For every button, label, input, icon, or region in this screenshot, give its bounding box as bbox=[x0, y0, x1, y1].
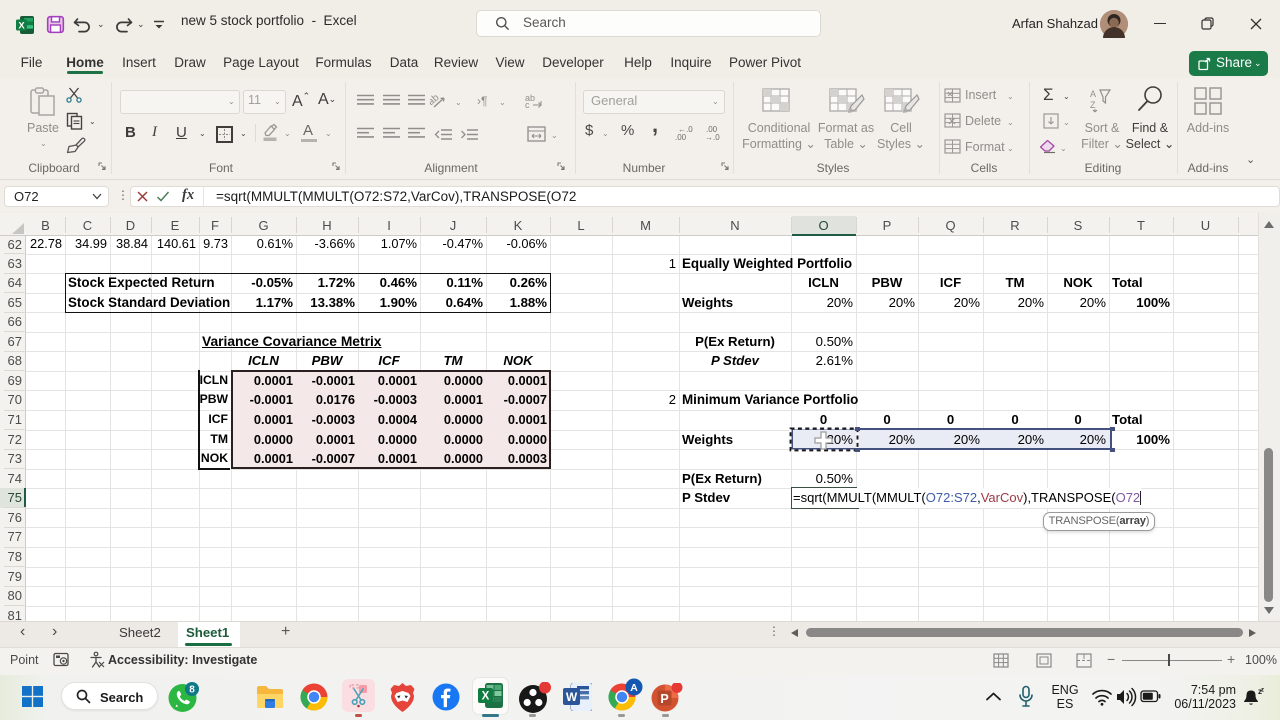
svg-text:.00: .00 bbox=[675, 133, 687, 141]
svg-text:A: A bbox=[630, 682, 638, 694]
svg-text:→.0: →.0 bbox=[705, 133, 720, 141]
svg-text:c: c bbox=[525, 100, 530, 109]
svg-text:W: W bbox=[566, 690, 578, 704]
svg-text:X: X bbox=[18, 20, 25, 31]
svg-text:8: 8 bbox=[189, 685, 195, 696]
svg-text:z: z bbox=[1261, 688, 1264, 694]
svg-text:P: P bbox=[660, 692, 668, 706]
svg-text:Z: Z bbox=[1090, 100, 1096, 110]
svg-text:A: A bbox=[1090, 89, 1096, 99]
svg-text:X: X bbox=[482, 691, 490, 703]
